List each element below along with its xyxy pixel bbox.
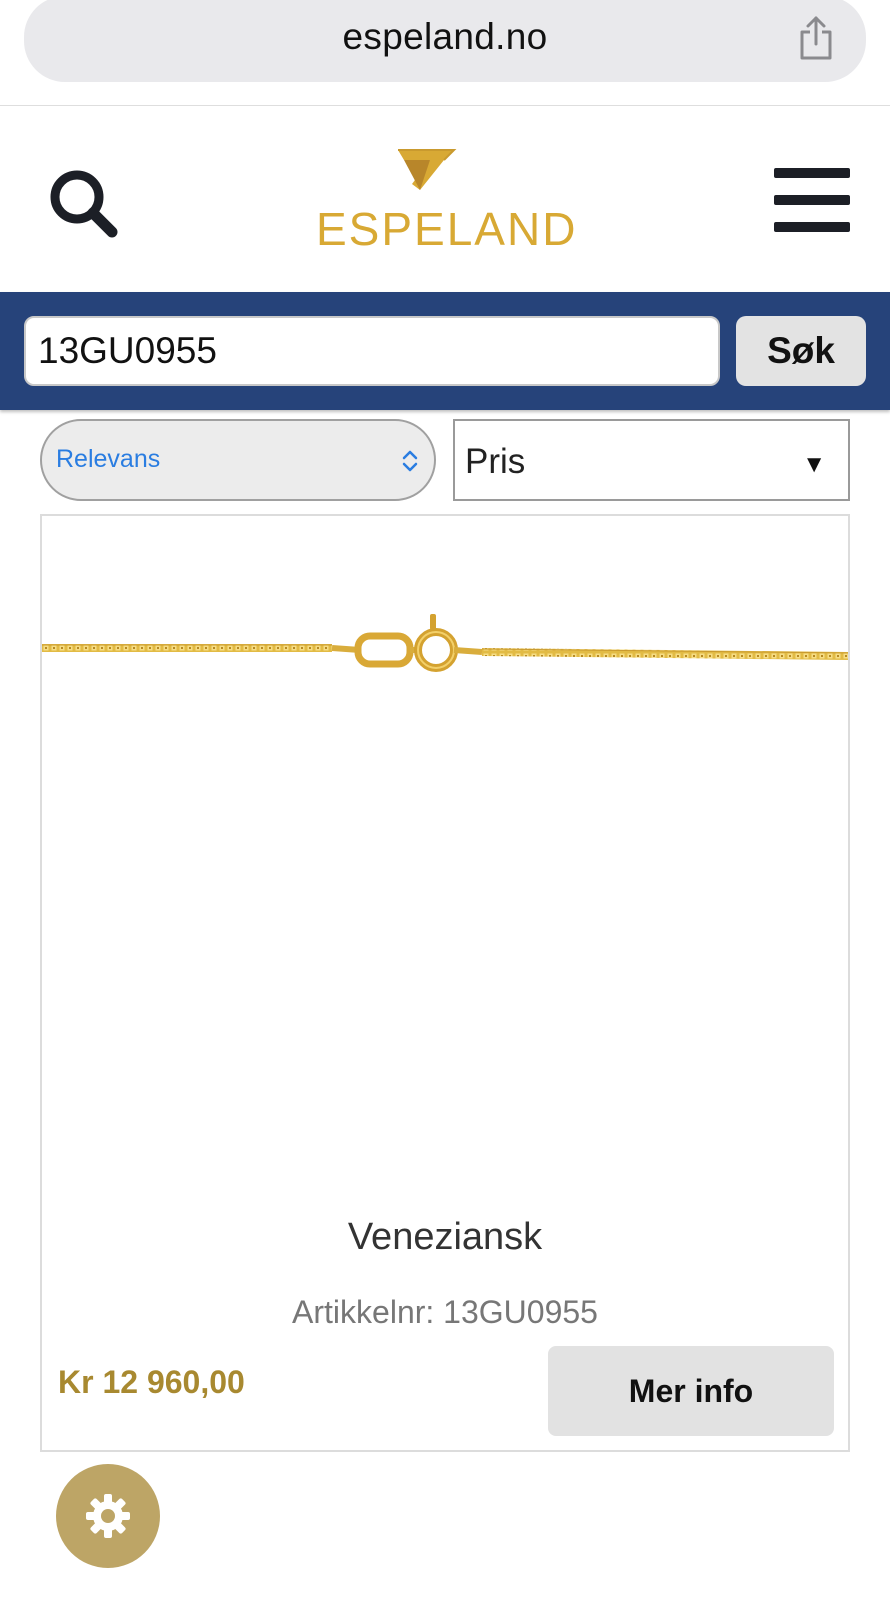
settings-button[interactable] — [56, 1464, 160, 1568]
search-icon[interactable] — [48, 168, 120, 240]
address-bar[interactable]: espeland.no — [24, 0, 866, 82]
gear-icon — [86, 1494, 130, 1538]
chevron-updown-icon — [402, 450, 418, 472]
product-price: Kr 12 960,00 — [58, 1364, 245, 1400]
dropdown-arrow-icon: ▼ — [802, 451, 826, 478]
espeland-logo[interactable]: ESPELAND — [316, 144, 578, 255]
search-button[interactable]: Søk — [736, 316, 866, 386]
product-name[interactable]: Veneziansk — [42, 1216, 848, 1259]
sort-price-select[interactable]: Pris ▼ — [453, 419, 850, 501]
site-header: ESPELAND — [0, 106, 890, 292]
browser-address-area: espeland.no — [0, 0, 890, 106]
sort-relevance-label: Relevans — [56, 445, 161, 473]
diamond-logo-icon — [398, 149, 457, 190]
product-card[interactable]: Veneziansk Artikkelnr: 13GU0955 Kr 12 96… — [40, 514, 850, 1452]
sort-relevance-select[interactable]: Relevans — [40, 419, 436, 501]
product-sku: Artikkelnr: 13GU0955 — [292, 1294, 598, 1330]
search-input[interactable] — [24, 316, 720, 386]
logo-text: ESPELAND — [316, 203, 578, 255]
url-text[interactable]: espeland.no — [24, 16, 866, 58]
product-image-gold-chain[interactable] — [42, 516, 848, 1206]
share-icon[interactable] — [796, 14, 836, 62]
search-band: Søk — [0, 292, 890, 410]
more-info-button[interactable]: Mer info — [548, 1346, 834, 1436]
hamburger-menu-icon[interactable] — [774, 168, 850, 234]
sort-price-label: Pris — [465, 442, 526, 481]
